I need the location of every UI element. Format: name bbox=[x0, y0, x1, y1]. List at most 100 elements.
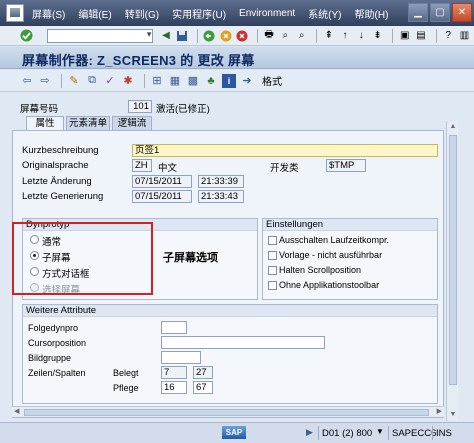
maintenance-rows-field[interactable]: 16 bbox=[161, 381, 187, 394]
short-description-field[interactable]: 页签1 bbox=[132, 144, 438, 157]
horizontal-scrollbar[interactable]: ◀ ▶ bbox=[12, 406, 444, 417]
checkbox-no-app-toolbar[interactable] bbox=[268, 281, 277, 290]
scroll-up-icon[interactable]: ▲ bbox=[448, 122, 458, 132]
hierarchy-icon[interactable]: ▩ bbox=[186, 74, 200, 88]
screen-group-field[interactable] bbox=[161, 351, 201, 364]
menu-utilities[interactable]: 实用程序(U) bbox=[172, 6, 226, 21]
scroll-down-icon[interactable]: ▼ bbox=[448, 410, 458, 420]
session-dropdown-icon[interactable]: ▼ bbox=[376, 427, 384, 436]
tab-attributes[interactable]: 属性 bbox=[26, 116, 64, 130]
format-arrow-icon[interactable]: ➜ bbox=[240, 74, 254, 88]
toolbar-divider bbox=[256, 28, 258, 43]
menu-screen[interactable]: 屏幕(S) bbox=[32, 6, 65, 21]
insert-mode[interactable]: INS bbox=[436, 428, 452, 439]
tree-icon[interactable]: ♣ bbox=[204, 74, 218, 88]
save-icon[interactable] bbox=[176, 29, 189, 43]
occupied-rows-field: 7 bbox=[161, 366, 187, 379]
first-page-icon[interactable]: ⇞ bbox=[322, 29, 335, 43]
activate-icon[interactable]: ✱ bbox=[121, 74, 135, 88]
settings-group: Einstellungen Ausschalten Laufzeitkompr.… bbox=[262, 218, 438, 300]
status-divider bbox=[388, 426, 389, 440]
occupied-columns-field: 27 bbox=[193, 366, 213, 379]
short-description-label: Kurzbeschreibung bbox=[22, 145, 99, 156]
menu-system[interactable]: 系统(Y) bbox=[308, 6, 341, 21]
title-bar: 屏幕制作器: Z_SCREEN3 的 更改 屏幕 bbox=[0, 47, 474, 69]
lines-columns-label: Zeilen/Spalten bbox=[28, 368, 86, 378]
command-field[interactable] bbox=[47, 28, 154, 43]
close-icon[interactable]: ✕ bbox=[452, 3, 472, 22]
check-icon[interactable]: ✓ bbox=[103, 74, 117, 88]
toolbar-divider bbox=[392, 28, 394, 43]
maintenance-columns-field[interactable]: 67 bbox=[193, 381, 213, 394]
display-change-icon[interactable]: ✎ bbox=[67, 74, 81, 88]
toolbar-divider bbox=[316, 28, 318, 43]
tab-element-list[interactable]: 元素清单 bbox=[66, 116, 110, 130]
server-name: SAPECC6 bbox=[392, 428, 437, 439]
forward-arrow-icon[interactable]: ⇨ bbox=[38, 74, 52, 88]
other-attributes-title: Weitere Attribute bbox=[23, 305, 437, 317]
scroll-left-icon[interactable]: ◀ bbox=[14, 407, 19, 415]
last-generation-time: 21:33:43 bbox=[198, 190, 244, 203]
other-object-icon[interactable]: ⧉ bbox=[85, 74, 99, 88]
checkbox-hold-scroll[interactable] bbox=[268, 266, 277, 275]
scroll-right-icon[interactable]: ▶ bbox=[437, 407, 442, 415]
new-session-icon[interactable]: ▣ bbox=[398, 29, 411, 43]
print-icon[interactable]: 🖶 bbox=[262, 29, 275, 43]
status-expand-icon[interactable]: ▶ bbox=[306, 427, 313, 438]
scroll-thumb[interactable] bbox=[24, 409, 429, 416]
dev-class-label: 开发类 bbox=[270, 163, 299, 174]
toolbar-divider bbox=[144, 73, 145, 88]
hold-scroll-label: Halten Scrollposition bbox=[279, 265, 362, 275]
annotation-text: 子屏幕选项 bbox=[163, 252, 218, 264]
find-icon[interactable]: ⌕ bbox=[279, 29, 292, 43]
format-button[interactable]: 格式 bbox=[262, 73, 282, 88]
menu-environment[interactable]: Environment bbox=[239, 8, 295, 19]
sap-window-icon[interactable] bbox=[6, 4, 24, 22]
status-divider bbox=[318, 426, 319, 440]
where-used-icon[interactable]: ⊞ bbox=[150, 74, 164, 88]
original-language-label: Originalsprache bbox=[22, 160, 89, 171]
settings-title: Einstellungen bbox=[263, 219, 437, 231]
last-generation-date: 07/15/2011 bbox=[132, 190, 192, 203]
cancel-icon[interactable] bbox=[235, 29, 248, 43]
menu-goto[interactable]: 转到(G) bbox=[125, 6, 159, 21]
enter-check-icon[interactable] bbox=[20, 29, 33, 43]
screen-number-field: 101 bbox=[128, 100, 152, 113]
vertical-scrollbar[interactable]: ▲ ▼ bbox=[446, 121, 458, 421]
shortcut-icon[interactable]: ▤ bbox=[414, 29, 427, 43]
info-icon[interactable]: i bbox=[222, 73, 236, 88]
exit-icon[interactable] bbox=[219, 29, 232, 43]
layout-icon[interactable]: ▦ bbox=[168, 74, 182, 88]
no-app-toolbar-label: Ohne Applikationstoolbar bbox=[279, 280, 380, 290]
find-next-icon[interactable]: ⌕ bbox=[295, 29, 308, 43]
menu-help[interactable]: 帮助(H) bbox=[355, 6, 389, 21]
cursor-position-field[interactable] bbox=[161, 336, 325, 349]
layout-menu-icon[interactable]: ▥ bbox=[458, 29, 471, 43]
menu-bar: 屏幕(S) 编辑(E) 转到(G) 实用程序(U) Environment 系统… bbox=[0, 0, 474, 26]
tab-flow-logic[interactable]: 逻辑流 bbox=[112, 116, 152, 130]
original-language-code: ZH bbox=[132, 159, 152, 172]
back-arrow-icon[interactable]: ⇦ bbox=[20, 74, 34, 88]
help-icon[interactable]: ? bbox=[442, 29, 455, 43]
toolbar-divider bbox=[61, 73, 62, 88]
minimize-icon[interactable]: ▁ bbox=[408, 3, 428, 22]
next-page-icon[interactable]: ↓ bbox=[355, 29, 368, 43]
checkbox-runtime-compression[interactable] bbox=[268, 236, 277, 245]
maximize-icon[interactable]: ▢ bbox=[430, 3, 450, 22]
session-info[interactable]: D01 (2) 800 bbox=[322, 428, 372, 439]
menu-edit[interactable]: 编辑(E) bbox=[78, 6, 111, 21]
previous-page-icon[interactable]: ↑ bbox=[338, 29, 351, 43]
screen-status: 激活(已修正) bbox=[156, 104, 210, 115]
next-screen-field[interactable] bbox=[161, 321, 187, 334]
original-language-name: 中文 bbox=[158, 163, 178, 174]
screen-number-label: 屏幕号码 bbox=[20, 104, 59, 115]
last-page-icon[interactable]: ⇟ bbox=[371, 29, 384, 43]
back-icon[interactable] bbox=[203, 29, 216, 43]
status-bar: SAP ▶ D01 (2) 800 ▼ SAPECC6 INS bbox=[0, 422, 474, 443]
checkbox-template[interactable] bbox=[268, 251, 277, 260]
scroll-thumb[interactable] bbox=[449, 135, 457, 385]
back-arrow-icon[interactable]: ◀ bbox=[159, 29, 172, 43]
highlight-box bbox=[12, 222, 153, 295]
other-attributes-group: Weitere Attribute Folgedynpro Cursorposi… bbox=[22, 304, 438, 404]
next-screen-label: Folgedynpro bbox=[28, 323, 79, 333]
